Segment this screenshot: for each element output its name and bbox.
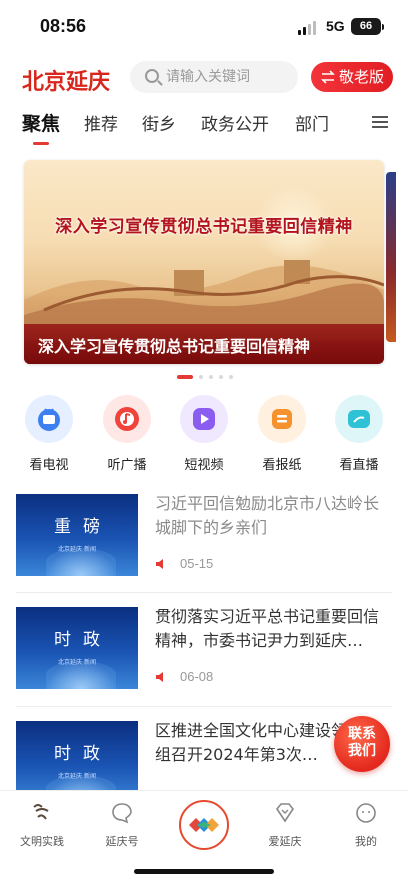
nav-yanqing-channel[interactable]: 延庆号 — [87, 801, 157, 851]
quick-link-newspaper[interactable]: 看报纸 — [252, 395, 312, 475]
app-logo: 北京延庆 — [22, 69, 111, 95]
quick-link-label: 看电视 — [29, 458, 69, 473]
search-box[interactable] — [130, 61, 298, 93]
quick-link-live[interactable]: 看直播 — [329, 395, 389, 475]
search-input[interactable] — [166, 61, 292, 93]
news-title: 贯彻落实习近平总书记重要回信精神，市委书记尹力到延庆… — [155, 607, 380, 650]
carousel-dot — [199, 375, 203, 379]
banner-headline: 深入学习宣传贯彻总书记重要回信精神 — [55, 217, 353, 237]
diamond-icon — [276, 803, 294, 823]
carousel-dot — [219, 375, 223, 379]
search-icon — [145, 69, 159, 83]
newspaper-icon — [258, 395, 306, 443]
tab-departments[interactable]: 部门 — [295, 110, 329, 135]
profile-icon — [356, 803, 376, 823]
quick-link-label: 看直播 — [339, 458, 379, 473]
quick-link-label: 听广播 — [107, 458, 147, 473]
nav-love-yanqing[interactable]: 爱延庆 — [250, 801, 320, 851]
nav-profile[interactable]: 我的 — [331, 801, 401, 851]
chat-bubble-icon — [112, 803, 132, 824]
tab-government[interactable]: 政务公开 — [201, 110, 269, 135]
home-logo-icon — [189, 818, 219, 832]
home-indicator — [134, 869, 274, 874]
radio-icon — [103, 395, 151, 443]
network-type: 5G — [326, 18, 345, 34]
carousel-dot — [209, 375, 213, 379]
news-date: 06-08 — [180, 669, 214, 684]
carousel-dot-active — [177, 375, 193, 379]
nav-home-button[interactable] — [179, 800, 229, 850]
contact-us-button[interactable]: 联系 我们 — [334, 716, 390, 772]
news-thumbnail: 重磅 北京延庆 新闻 — [16, 494, 138, 576]
banner-carousel[interactable]: 深入学习宣传贯彻总书记重要回信精神 深入学习宣传贯彻总书记重要回信精神 — [24, 160, 384, 364]
nav-civilization[interactable]: 文明实践 — [7, 801, 77, 851]
banner-next-slide-preview[interactable] — [386, 172, 396, 342]
news-date: 05-15 — [180, 556, 214, 571]
tv-icon — [25, 395, 73, 443]
news-thumbnail: 时政 北京延庆 新闻 — [16, 607, 138, 689]
active-tab-indicator — [33, 142, 49, 145]
video-icon — [180, 395, 228, 443]
battery-level: 66 — [359, 20, 373, 32]
civilization-icon — [33, 804, 49, 820]
quick-link-label: 看报纸 — [262, 458, 302, 473]
speaker-icon[interactable] — [155, 671, 167, 683]
live-icon — [335, 395, 383, 443]
channel-tabs: 聚焦 推荐 街乡 政务公开 部门 — [0, 110, 408, 150]
quick-link-radio[interactable]: 听广播 — [97, 395, 157, 475]
news-title: 习近平回信勉励北京市八达岭长城脚下的乡亲们 — [155, 494, 380, 537]
tab-recommend[interactable]: 推荐 — [84, 110, 118, 135]
banner-caption: 深入学习宣传贯彻总书记重要回信精神 — [38, 337, 311, 356]
status-bar: 08:56 5G 66 — [0, 0, 408, 54]
quick-link-tv[interactable]: 看电视 — [19, 395, 79, 475]
news-item[interactable]: 重磅 北京延庆 新闻 习近平回信勉励北京市八达岭长城脚下的乡亲们 05-15 — [16, 494, 392, 594]
elder-mode-label: 敬老版 — [339, 68, 385, 86]
elder-mode-button[interactable]: 敬老版 — [311, 62, 393, 92]
status-time: 08:56 — [40, 16, 87, 36]
signal-icon — [298, 21, 318, 35]
switch-arrows-icon — [321, 70, 335, 84]
quick-link-short-video[interactable]: 短视频 — [174, 395, 234, 475]
news-item[interactable]: 时政 北京延庆 新闻 贯彻落实习近平总书记重要回信精神，市委书记尹力到延庆… 0… — [16, 607, 392, 707]
tab-focus[interactable]: 聚焦 — [22, 109, 60, 136]
carousel-dot — [229, 375, 233, 379]
speaker-icon[interactable] — [155, 558, 167, 570]
menu-icon[interactable] — [372, 116, 388, 129]
tab-streets[interactable]: 街乡 — [142, 110, 176, 135]
quick-link-label: 短视频 — [184, 458, 224, 473]
